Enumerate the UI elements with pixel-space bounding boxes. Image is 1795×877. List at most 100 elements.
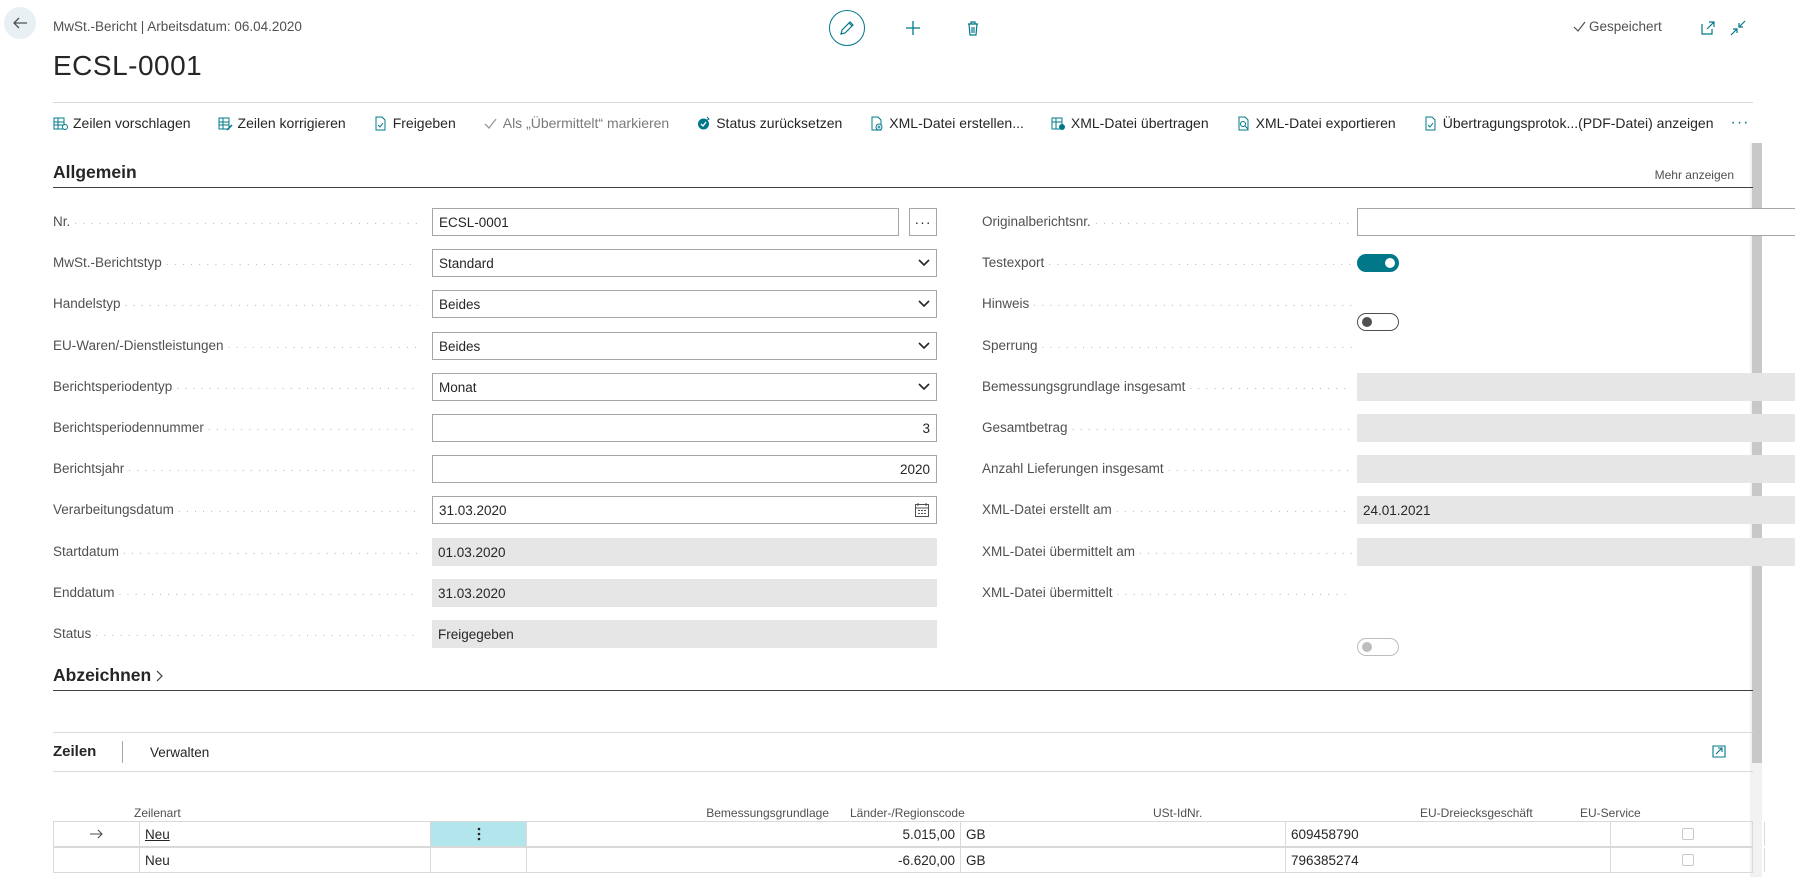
action-export-xml[interactable]: XML-Datei exportieren: [1236, 115, 1396, 131]
saved-label: Gespeichert: [1589, 19, 1662, 34]
label-text: XML-Datei übermittelt am: [982, 544, 1136, 559]
suggest-lines-icon: [53, 116, 68, 131]
line-type-value[interactable]: Neu: [145, 827, 170, 842]
action-transmit-xml[interactable]: XML-Datei übertragen: [1051, 115, 1209, 131]
label-text: Status: [53, 626, 92, 641]
section-title-signoff[interactable]: Abzeichnen: [53, 665, 165, 686]
action-correct-lines[interactable]: Zeilen korrigieren: [218, 115, 346, 131]
delete-button[interactable]: [959, 14, 987, 42]
new-button[interactable]: [899, 14, 927, 42]
col-header-vat-reg-no[interactable]: USt-IdNr.: [1153, 806, 1202, 820]
line-type-value[interactable]: Neu: [145, 853, 170, 868]
cell-country-code: GB: [961, 848, 1286, 872]
more-actions-button[interactable]: ···: [1731, 114, 1750, 132]
label-text: Hinweis: [982, 296, 1030, 311]
label-text: XML-Datei übermittelt: [982, 585, 1113, 600]
label-text: Berichtsperiodentyp: [53, 379, 173, 394]
field-berichtsjahr[interactable]: 2020: [432, 455, 937, 483]
label-berichtsperiodennummer: Berichtsperiodennummer: [53, 420, 418, 435]
create-xml-icon: [869, 116, 884, 131]
field-bemessungsgrundlage-insgesamt: -1.605,00: [1357, 373, 1795, 401]
label-text: Enddatum: [53, 585, 115, 600]
field-value: Monat: [439, 379, 477, 395]
lines-tab-title[interactable]: Zeilen: [53, 743, 96, 760]
cell-line-type[interactable]: Neu: [140, 848, 431, 872]
row-menu-cell[interactable]: [431, 848, 527, 872]
lookup-button[interactable]: ···: [909, 208, 937, 236]
table-row[interactable]: Neu 5.015,00 GB 609458790: [53, 821, 1765, 847]
col-header-eu-service[interactable]: EU-Service: [1580, 806, 1641, 820]
label-text: XML-Datei erstellt am: [982, 502, 1112, 517]
label-xml-datei-erstellt-am: XML-Datei erstellt am: [982, 502, 1352, 517]
edit-button[interactable]: [829, 10, 865, 46]
action-suggest-lines[interactable]: Zeilen vorschlagen: [53, 115, 191, 131]
eu-triangular-checkbox[interactable]: [1681, 828, 1694, 840]
col-header-base-amount[interactable]: Bemessungsgrundlage: [600, 806, 829, 820]
cell-eu-service: [1765, 822, 1795, 846]
col-header-country-code[interactable]: Länder-/Regionscode: [850, 806, 965, 820]
field-handelstyp[interactable]: Beides: [432, 290, 937, 318]
release-document-icon: [373, 116, 388, 131]
col-header-line-type[interactable]: Zeilenart: [134, 806, 181, 820]
section-title-general[interactable]: Allgemein: [53, 162, 137, 183]
label-nr: Nr.: [53, 214, 418, 229]
label-anzahl-lieferungen-insgesamt: Anzahl Lieferungen insgesamt: [982, 461, 1352, 476]
field-xml-datei-erstellt-am: 24.01.2021: [1357, 496, 1795, 524]
vertical-dots-icon[interactable]: [477, 827, 481, 841]
collapse-button[interactable]: [1727, 17, 1749, 39]
eu-triangular-checkbox[interactable]: [1681, 854, 1694, 866]
open-new-window-button[interactable]: [1697, 17, 1719, 39]
label-text: Berichtsjahr: [53, 461, 125, 476]
field-berichtsperiodentyp[interactable]: Monat: [432, 373, 937, 401]
field-berichtsperiodennummer[interactable]: 3: [432, 414, 937, 442]
manage-menu[interactable]: Verwalten: [150, 745, 209, 760]
label-text: Bemessungsgrundlage insgesamt: [982, 379, 1186, 394]
label-status: Status: [53, 626, 418, 641]
section-divider-general: [53, 187, 1753, 188]
field-originalberichtsnr[interactable]: ···: [1357, 208, 1795, 236]
field-nr[interactable]: ECSL-0001: [432, 208, 899, 236]
toggle-knob: [1362, 317, 1372, 327]
label-mwst-berichtstyp: MwSt.-Berichtstyp: [53, 255, 418, 270]
label-text: Originalberichtsnr.: [982, 214, 1091, 229]
label-startdatum: Startdatum: [53, 544, 418, 559]
action-pdf-log[interactable]: Übertragungsprotok...(PDF-Datei) anzeige…: [1423, 115, 1714, 131]
export-xml-icon: [1236, 116, 1251, 131]
label-hinweis: Hinweis: [982, 296, 1352, 311]
action-label: Zeilen vorschlagen: [73, 115, 191, 131]
field-value: 2020: [899, 461, 930, 477]
action-release-document[interactable]: Freigeben: [373, 115, 456, 131]
field-eu-waren-dienstleistungen[interactable]: Beides: [432, 332, 937, 360]
toggle-testexport[interactable]: [1357, 254, 1399, 272]
action-label: XML-Datei erstellen...: [889, 115, 1024, 131]
expand-lines-button[interactable]: [1711, 743, 1729, 761]
toggle-hinweis[interactable]: [1357, 313, 1399, 331]
back-button[interactable]: [4, 7, 36, 39]
action-create-xml[interactable]: XML-Datei erstellen...: [869, 115, 1024, 131]
action-reset-status[interactable]: Status zurücksetzen: [696, 115, 842, 131]
field-verarbeitungsdatum[interactable]: 31.03.2020: [432, 496, 937, 524]
action-bar: Zeilen vorschlagen Zeilen korrigieren Frei…: [53, 112, 1749, 134]
field-value: Standard: [439, 255, 494, 271]
field-startdatum: 01.03.2020: [432, 538, 937, 566]
scrollbar-thumb[interactable]: [1752, 143, 1762, 763]
cell-line-type[interactable]: Neu: [140, 822, 431, 846]
field-value: Freigegeben: [438, 626, 514, 642]
label-handelstyp: Handelstyp: [53, 296, 418, 311]
calendar-icon[interactable]: [914, 502, 930, 518]
action-label: XML-Datei übertragen: [1070, 115, 1209, 131]
field-enddatum: 31.03.2020: [432, 579, 937, 607]
chevron-down-icon: [918, 383, 930, 391]
show-more-link[interactable]: Mehr anzeigen: [1655, 168, 1734, 182]
pdf-log-icon: [1423, 116, 1438, 131]
label-berichtsjahr: Berichtsjahr: [53, 461, 418, 476]
col-header-eu-triangular[interactable]: EU-Dreiecksgeschäft: [1420, 806, 1533, 820]
table-row[interactable]: Neu -6.620,00 GB 796385274: [53, 847, 1765, 873]
field-mwst-berichtstyp[interactable]: Standard: [432, 249, 937, 277]
label-text: Startdatum: [53, 544, 120, 559]
label-berichtsperiodentyp: Berichtsperiodentyp: [53, 379, 418, 394]
chevron-down-icon: [918, 342, 930, 350]
section-divider-signoff: [53, 690, 1753, 691]
row-menu-cell[interactable]: [431, 822, 527, 846]
toggle-xml-datei-bermittelt: [1357, 638, 1399, 656]
